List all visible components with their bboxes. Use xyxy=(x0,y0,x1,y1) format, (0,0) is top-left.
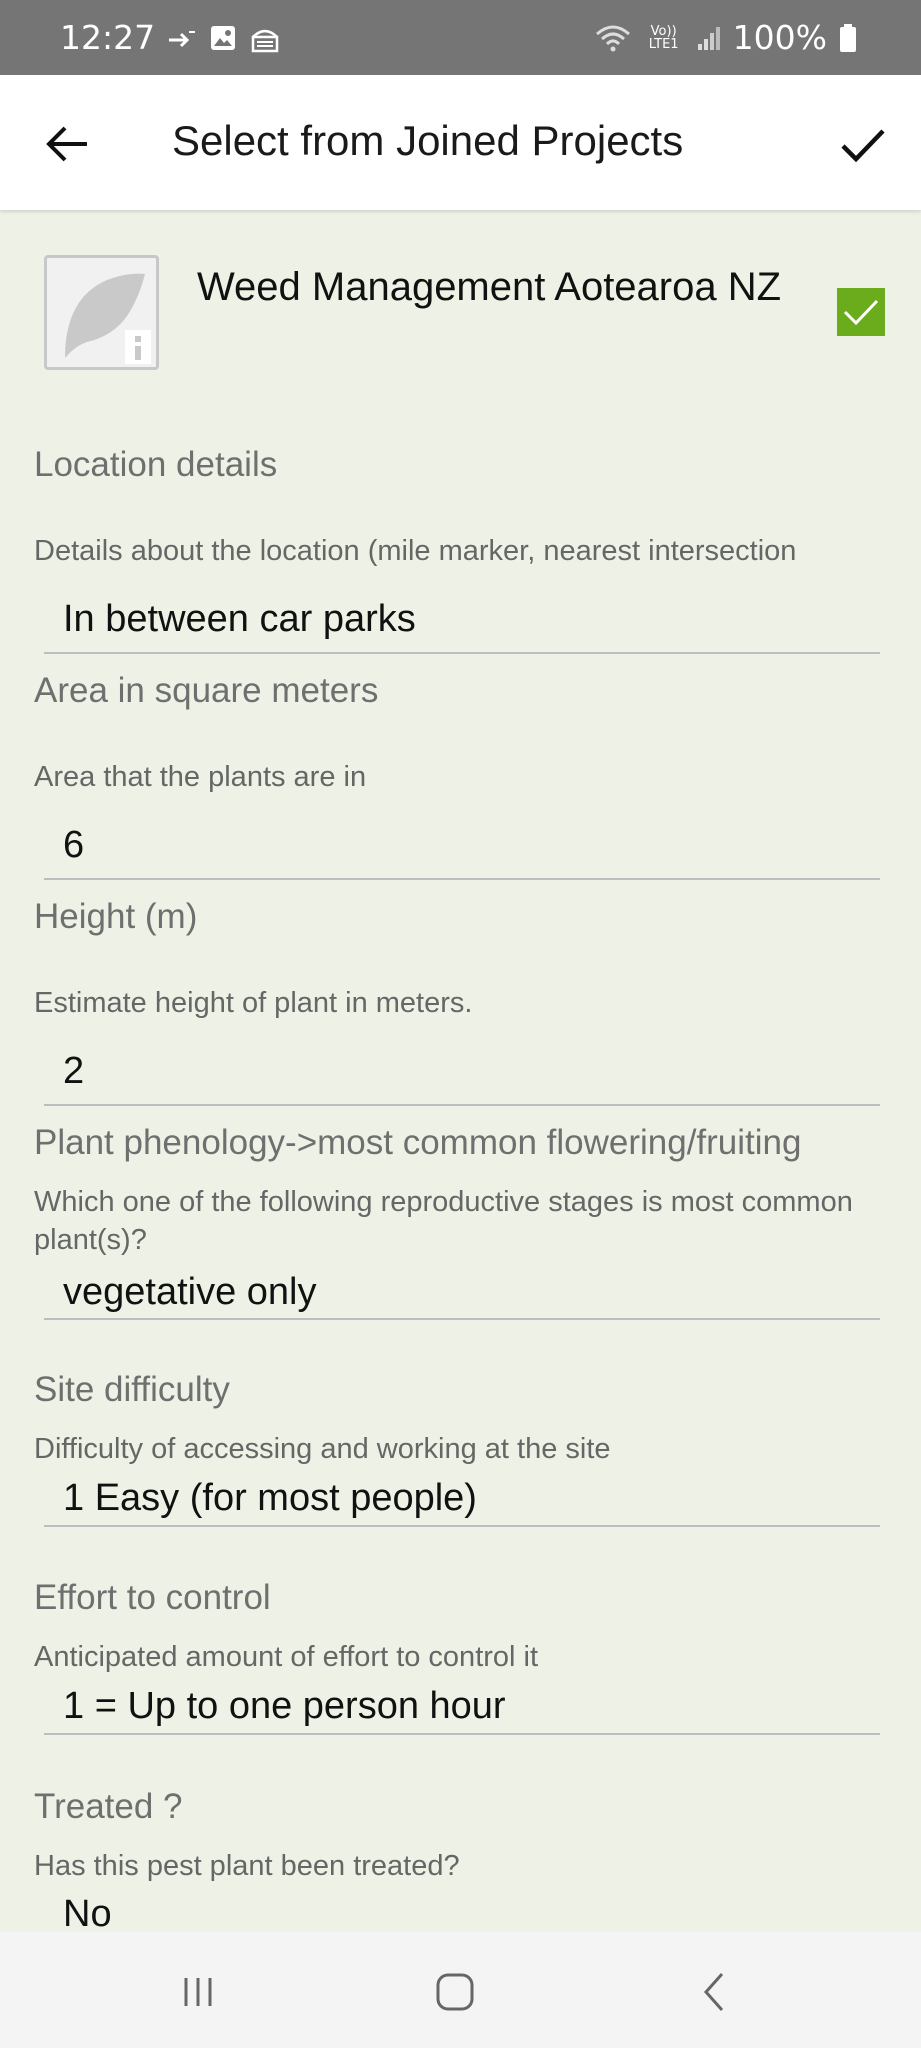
field-description: Details about the location (mile marker,… xyxy=(34,535,797,567)
call-forward-icon xyxy=(167,26,197,50)
field-description: Difficulty of accessing and working at t… xyxy=(34,1433,611,1465)
field-description: Estimate height of plant in meters. xyxy=(34,987,473,1019)
field-description: Anticipated amount of effort to control … xyxy=(34,1641,539,1673)
app-bar: Select from Joined Projects xyxy=(0,75,921,210)
vpn-icon xyxy=(249,23,281,53)
checkbox-check-icon xyxy=(843,299,879,326)
system-nav-bar xyxy=(0,1932,921,2048)
location-details-input[interactable]: In between car parks xyxy=(63,598,863,641)
leaf-icon xyxy=(65,273,151,364)
field-underline xyxy=(44,1733,880,1735)
wifi-icon xyxy=(595,24,631,52)
field-label: Site difficulty xyxy=(34,1370,230,1409)
status-left: 12:27 xyxy=(60,18,281,57)
field-description: Which one of the following reproductive … xyxy=(34,1186,853,1256)
status-time: 12:27 xyxy=(60,18,156,57)
project-logo[interactable] xyxy=(44,255,159,370)
field-label: Treated ? xyxy=(34,1787,183,1826)
effort-to-control-select[interactable]: 1 = Up to one person hour xyxy=(63,1685,863,1728)
field-underline xyxy=(44,1104,880,1106)
signal-icon xyxy=(697,24,721,52)
field-label: Area in square meters xyxy=(34,671,379,710)
confirm-button[interactable] xyxy=(836,119,890,173)
treated-select[interactable]: No xyxy=(63,1893,863,1936)
plant-phenology-select[interactable]: vegetative only xyxy=(63,1271,863,1314)
check-icon xyxy=(841,129,885,163)
height-input[interactable]: 2 xyxy=(63,1050,863,1093)
battery-percent: 100% xyxy=(732,18,827,57)
field-description: Has this pest plant been treated? xyxy=(34,1850,460,1882)
battery-icon xyxy=(839,23,857,53)
site-difficulty-select[interactable]: 1 Easy (for most people) xyxy=(63,1477,863,1520)
field-label: Plant phenology->most common flowering/f… xyxy=(34,1123,802,1162)
back-icon xyxy=(703,1973,724,2011)
recent-apps-button[interactable] xyxy=(168,1962,228,2022)
project-name: Weed Management Aotearoa NZ xyxy=(197,265,782,309)
project-header: Weed Management Aotearoa NZ xyxy=(0,210,921,410)
network-label: Vo)) LTE1 xyxy=(648,23,679,52)
nav-back-button[interactable] xyxy=(684,1962,744,2022)
gallery-icon xyxy=(209,24,237,52)
field-underline xyxy=(44,1318,880,1320)
field-underline xyxy=(44,652,880,654)
project-checkbox[interactable] xyxy=(837,288,885,336)
field-underline xyxy=(44,1525,880,1527)
field-label: Height (m) xyxy=(34,897,198,936)
status-right: Vo)) LTE1 100% xyxy=(595,18,857,57)
field-label: Effort to control xyxy=(34,1578,271,1617)
home-button[interactable] xyxy=(425,1962,485,2022)
field-label: Location details xyxy=(34,445,278,484)
field-description: Area that the plants are in xyxy=(34,761,367,793)
back-button[interactable] xyxy=(42,119,92,169)
status-bar: 12:27 Vo)) LTE1 100% xyxy=(0,0,921,75)
recent-apps-icon xyxy=(184,1978,212,2006)
field-underline xyxy=(44,878,880,880)
page-title: Select from Joined Projects xyxy=(172,117,684,164)
arrow-back-icon xyxy=(46,126,87,162)
area-input[interactable]: 6 xyxy=(63,824,863,867)
home-icon xyxy=(436,1973,474,2011)
